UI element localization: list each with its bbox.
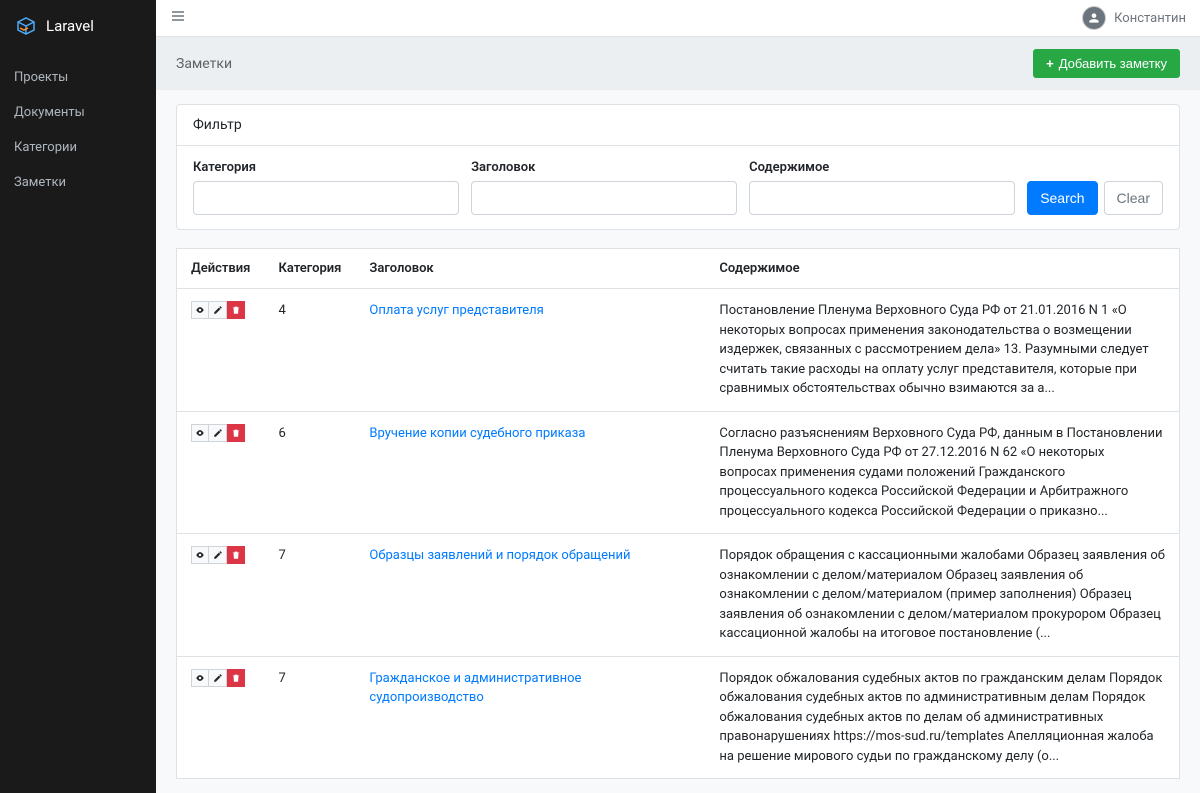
delete-icon[interactable] <box>227 301 245 319</box>
view-icon[interactable] <box>191 669 209 687</box>
table-row: 4 Оплата услуг представителя Постановление… <box>177 289 1180 412</box>
th-actions: Действия <box>177 249 265 289</box>
filter-title-group: Заголовок <box>471 160 737 215</box>
edit-icon[interactable] <box>209 424 227 442</box>
page-header: Заметки + Добавить заметку <box>156 37 1200 90</box>
sidebar-nav: Проекты Документы Категории Заметки <box>0 52 156 200</box>
edit-icon[interactable] <box>209 301 227 319</box>
note-title-link[interactable]: Оплата услуг представителя <box>369 303 543 318</box>
view-icon[interactable] <box>191 301 209 319</box>
user-menu[interactable]: Константин <box>1082 6 1186 30</box>
note-title-link[interactable]: Гражданское и административное судопроиз… <box>369 671 581 706</box>
filter-content-input[interactable] <box>749 181 1015 215</box>
note-title-link[interactable]: Образцы заявлений и порядок обращений <box>369 548 630 563</box>
filter-category-group: Категория <box>193 160 459 215</box>
brand[interactable]: Laravel <box>0 0 156 52</box>
filter-category-input[interactable] <box>193 181 459 215</box>
topbar: Константин <box>156 0 1200 37</box>
filter-title-label: Заголовок <box>471 160 737 175</box>
brand-logo-icon <box>14 14 38 38</box>
cell-category: 4 <box>264 289 355 412</box>
table-row: 6 Вручение копии судебного приказа Согласн… <box>177 411 1180 534</box>
view-icon[interactable] <box>191 546 209 564</box>
filter-content-group: Содержимое <box>749 160 1015 215</box>
edit-icon[interactable] <box>209 669 227 687</box>
sidebar-item-documents[interactable]: Документы <box>0 95 156 130</box>
username: Константин <box>1114 11 1186 26</box>
filter-category-label: Категория <box>193 160 459 175</box>
page-title: Заметки <box>176 56 232 72</box>
note-title-link[interactable]: Вручение копии судебного приказа <box>369 426 585 441</box>
table-row: 7 Гражданское и административное судопрои… <box>177 656 1180 779</box>
cell-content: Порядок обжалования судебных актов по гр… <box>705 656 1179 779</box>
th-title: Заголовок <box>355 249 705 289</box>
filter-title-input[interactable] <box>471 181 737 215</box>
cell-category: 7 <box>264 534 355 657</box>
plus-icon: + <box>1046 56 1054 71</box>
delete-icon[interactable] <box>227 546 245 564</box>
hamburger-icon[interactable] <box>170 8 186 28</box>
cell-category: 6 <box>264 411 355 534</box>
notes-table: Действия Категория Заголовок Содержимое … <box>176 248 1180 779</box>
th-category: Категория <box>264 249 355 289</box>
edit-icon[interactable] <box>209 546 227 564</box>
add-note-button[interactable]: + Добавить заметку <box>1033 49 1180 78</box>
filter-content-label: Содержимое <box>749 160 1015 175</box>
th-content: Содержимое <box>705 249 1179 289</box>
table-row: 7 Образцы заявлений и порядок обращений По… <box>177 534 1180 657</box>
cell-content: Порядок обращения с кассационными жалоба… <box>705 534 1179 657</box>
filter-title: Фильтр <box>177 105 1179 146</box>
sidebar-item-notes[interactable]: Заметки <box>0 165 156 200</box>
sidebar: Laravel Проекты Документы Категории Заме… <box>0 0 156 793</box>
cell-category: 7 <box>264 656 355 779</box>
avatar-icon <box>1082 6 1106 30</box>
add-note-label: Добавить заметку <box>1059 56 1167 71</box>
cell-content: Постановление Пленума Верховного Суда РФ… <box>705 289 1179 412</box>
delete-icon[interactable] <box>227 669 245 687</box>
sidebar-item-projects[interactable]: Проекты <box>0 60 156 95</box>
view-icon[interactable] <box>191 424 209 442</box>
content: Фильтр Категория Заголовок Содержимое <box>156 90 1200 793</box>
filter-card: Фильтр Категория Заголовок Содержимое <box>176 104 1180 230</box>
brand-text: Laravel <box>46 17 94 35</box>
delete-icon[interactable] <box>227 424 245 442</box>
clear-button[interactable]: Clear <box>1104 181 1163 215</box>
sidebar-item-categories[interactable]: Категории <box>0 130 156 165</box>
main-area: Константин Заметки + Добавить заметку Фи… <box>156 0 1200 793</box>
search-button[interactable]: Search <box>1027 181 1097 215</box>
cell-content: Согласно разъяснениям Верховного Суда РФ… <box>705 411 1179 534</box>
